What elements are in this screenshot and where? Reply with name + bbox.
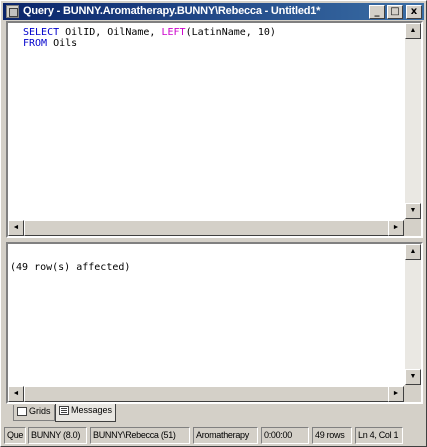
messages-icon [59, 406, 69, 416]
status-mode: Que [4, 427, 26, 444]
scroll-right-arrow-icon[interactable]: ► [388, 220, 404, 236]
maximize-button[interactable]: □ [387, 5, 403, 19]
window-title: Query - BUNNY.Aromatherapy.BUNNY\Rebecca… [23, 5, 321, 17]
messages-area[interactable]: (49 row(s) affected) [8, 244, 404, 385]
status-bar: Que BUNNY (8.0) BUNNY\Rebecca (51) Aroma… [2, 425, 426, 446]
function-left: LEFT [161, 27, 186, 38]
rows-affected-message: (49 row(s) affected) [10, 262, 131, 273]
scroll-down-arrow-icon[interactable]: ▼ [405, 203, 421, 219]
code-line: FROM Oils [23, 38, 77, 49]
results-pane[interactable]: (49 row(s) affected) ▲ ▼ ◄ ► [6, 242, 423, 404]
query-window-icon[interactable] [6, 5, 19, 18]
scroll-left-arrow-icon[interactable]: ◄ [8, 220, 24, 236]
scroll-corner [404, 385, 421, 402]
code-line: SELECT OilID, OilName, LEFT(LatinName, 1… [23, 27, 276, 38]
tab-label: Grids [29, 406, 51, 416]
code-text: Oils [47, 38, 78, 49]
title-bar[interactable]: Query - BUNNY.Aromatherapy.BUNNY\Rebecca… [3, 3, 424, 20]
code-text: OilID, OilName, [59, 27, 162, 38]
keyword-select: SELECT [23, 27, 60, 38]
scroll-left-arrow-icon[interactable]: ◄ [8, 386, 24, 402]
status-cursor-position: Ln 4, Col 1 [355, 427, 403, 444]
results-horizontal-scrollbar[interactable]: ◄ ► [8, 386, 404, 402]
tab-messages[interactable]: Messages [55, 404, 117, 422]
close-button[interactable]: x [406, 5, 422, 19]
grid-icon [17, 407, 27, 417]
editor-vertical-scrollbar[interactable]: ▲ ▼ [405, 23, 421, 219]
code-text: (LatinName, 10) [185, 27, 276, 38]
scroll-down-arrow-icon[interactable]: ▼ [405, 369, 421, 385]
scroll-right-arrow-icon[interactable]: ► [388, 386, 404, 402]
query-text: SELECT OilID, OilName, LEFT(LatinName, 1… [8, 23, 404, 49]
scroll-up-arrow-icon[interactable]: ▲ [405, 23, 421, 39]
minimize-button[interactable]: _ [369, 5, 385, 19]
editor-horizontal-scrollbar[interactable]: ◄ ► [8, 220, 404, 236]
query-editor[interactable]: SELECT OilID, OilName, LEFT(LatinName, 1… [8, 23, 404, 219]
scroll-thumb[interactable] [24, 386, 390, 402]
status-row-count: 49 rows [312, 427, 352, 444]
scroll-corner [404, 219, 421, 236]
status-elapsed-time: 0:00:00 [261, 427, 309, 444]
status-database: Aromatherapy [193, 427, 258, 444]
scroll-up-arrow-icon[interactable]: ▲ [405, 244, 421, 260]
tab-grids[interactable]: Grids [13, 405, 55, 421]
status-user: BUNNY\Rebecca (51) [90, 427, 190, 444]
status-server: BUNNY (8.0) [28, 427, 87, 444]
tab-label: Messages [71, 405, 113, 415]
keyword-from: FROM [23, 38, 48, 49]
query-editor-pane[interactable]: SELECT OilID, OilName, LEFT(LatinName, 1… [6, 21, 423, 238]
results-vertical-scrollbar[interactable]: ▲ ▼ [405, 244, 421, 385]
scroll-thumb[interactable] [24, 220, 390, 236]
query-window: Query - BUNNY.Aromatherapy.BUNNY\Rebecca… [0, 0, 427, 447]
result-tabs: Grids Messages [7, 404, 423, 422]
